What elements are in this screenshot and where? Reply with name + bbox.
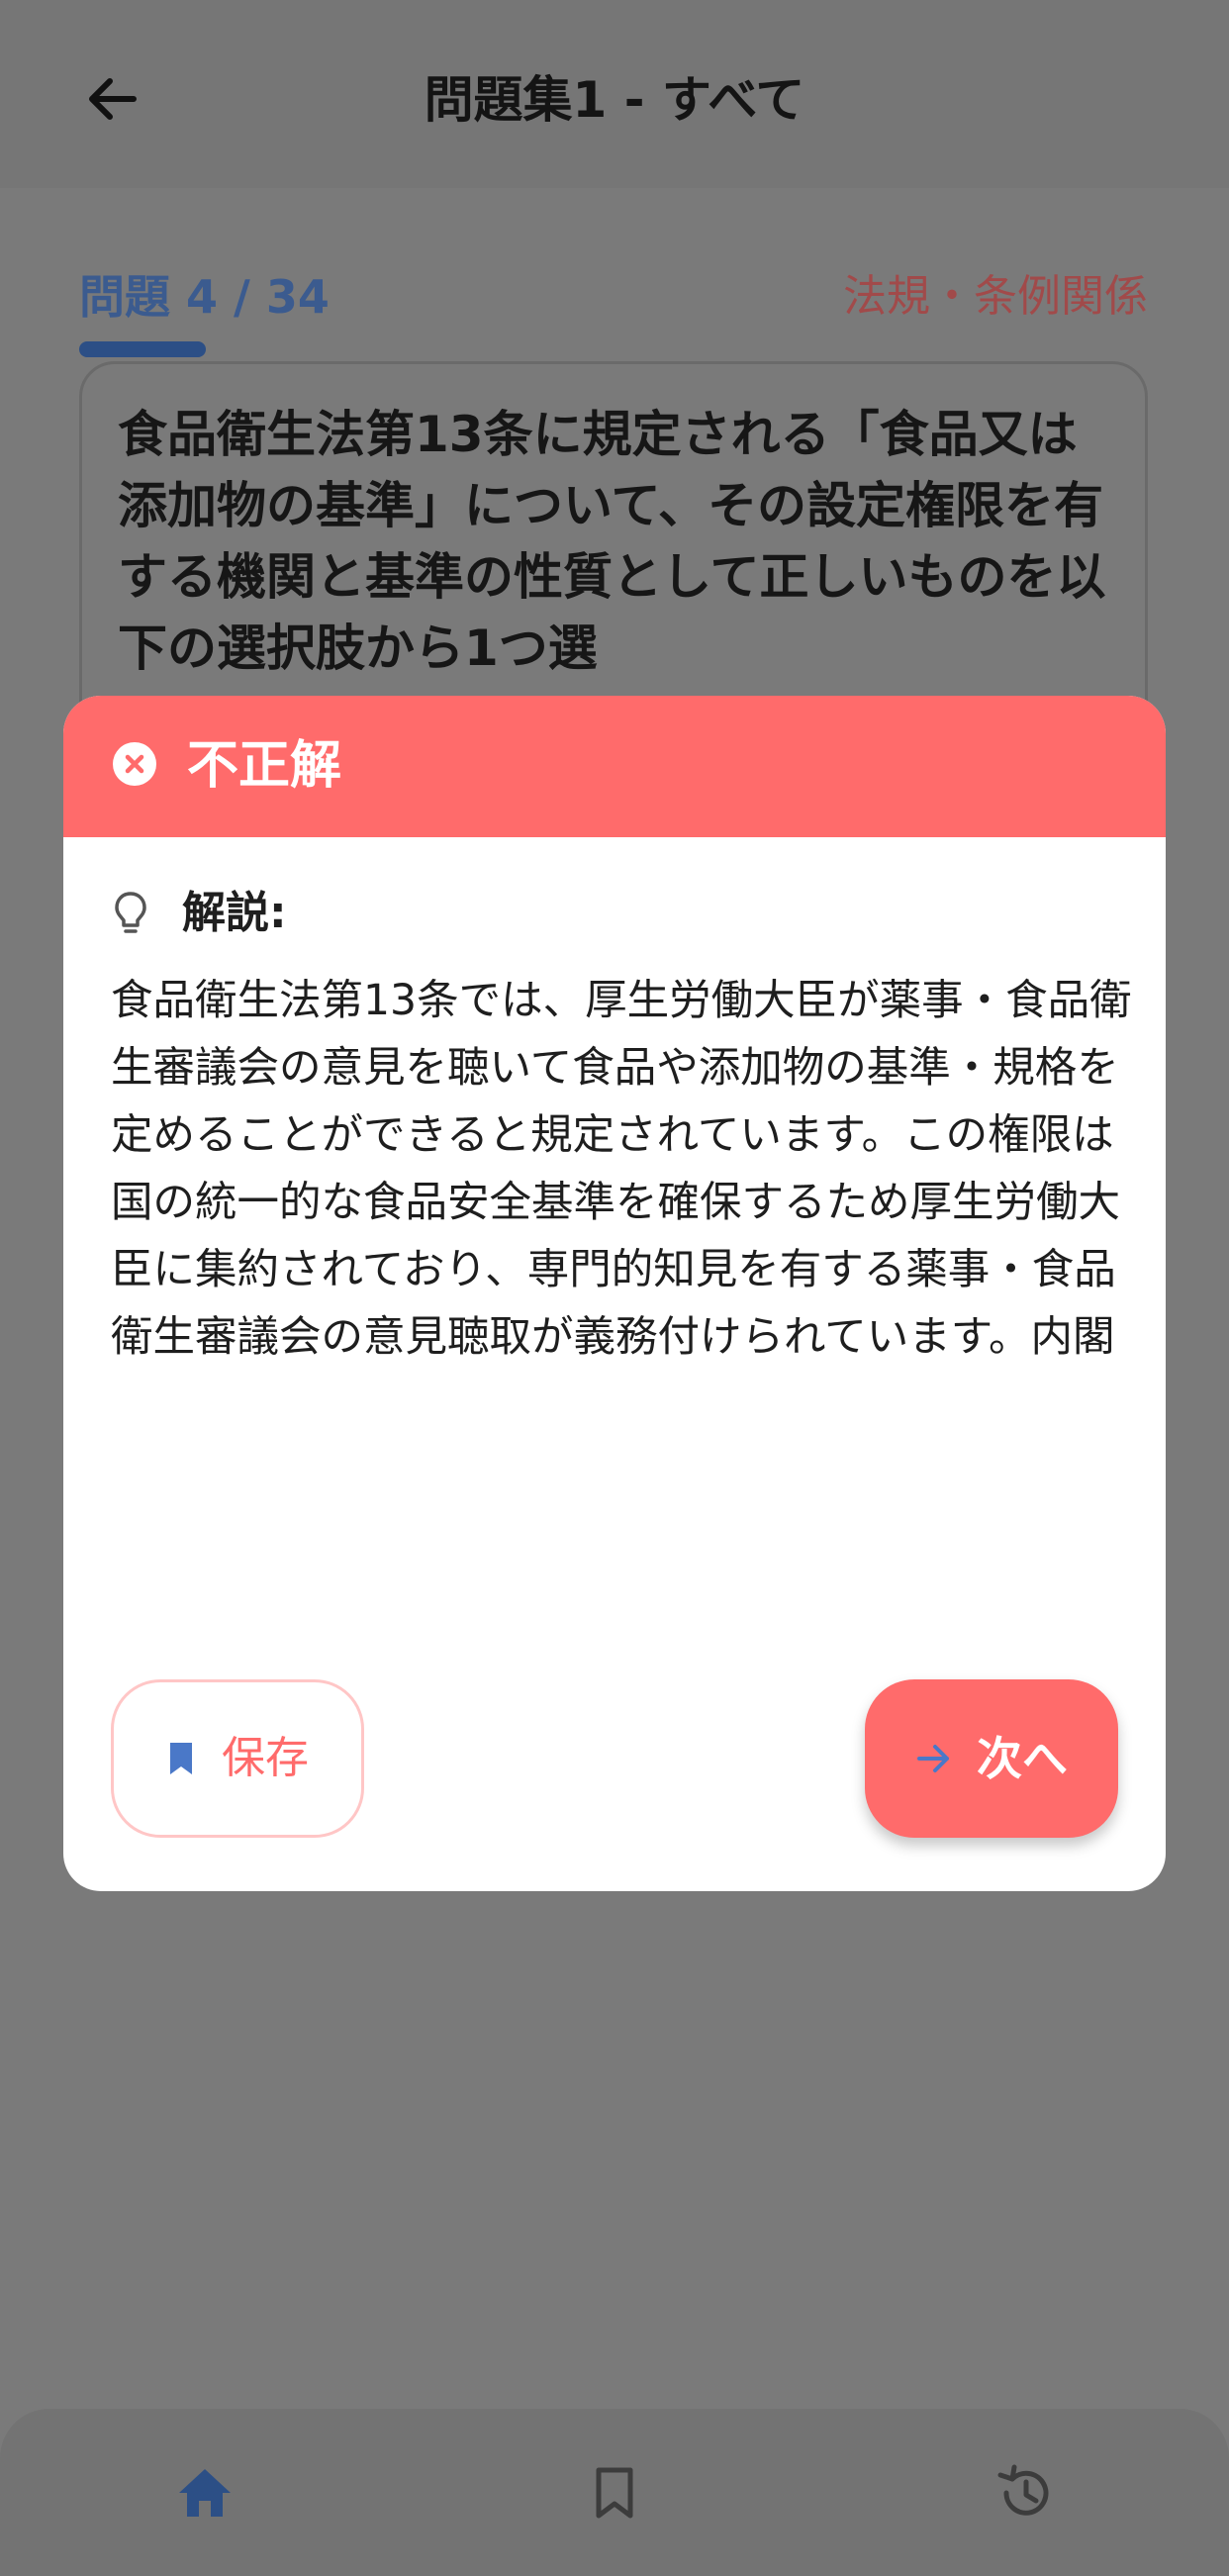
nav-item-history[interactable] [980,2448,1069,2537]
arrow-right-icon [917,1745,949,1772]
question-category: 法規・条例関係 [843,271,1148,322]
explanation-scroll-area[interactable]: 食品衛生法第13条では、厚生労働大臣が薬事・食品衛生審議会の意見を聴いて食品や添… [111,968,1140,1368]
explanation-text: 食品衛生法第13条では、厚生労働大臣が薬事・食品衛生審議会の意見を聴いて食品や添… [111,977,1132,1362]
bookmark-icon [170,1743,192,1774]
bottom-navigation [0,2409,1229,2576]
close-circle-icon [113,742,156,786]
question-progress-indicator [79,341,206,357]
result-modal: 不正解 解説: 食品衛生法第13条では、厚生労働大臣が薬事・食品衛生審議会の意見… [63,696,1166,1891]
nav-item-bookmarks[interactable] [570,2448,659,2537]
app-bar: 問題集1 - すべて [0,0,1229,188]
lightbulb-icon [115,892,146,933]
history-icon [997,2464,1049,2516]
nav-item-home[interactable] [160,2448,249,2537]
save-button[interactable]: 保存 [111,1679,364,1838]
next-label: 次へ [977,1732,1068,1785]
question-text: 食品衛生法第13条に規定される「食品又は添加物の基準」について、その設定権限を有… [118,406,1106,677]
result-title: 不正解 [187,736,342,796]
result-header: 不正解 [63,696,1166,837]
question-counter: 問題 4 / 34 [79,270,330,324]
page-title: 問題集1 - すべて [424,71,805,129]
bookmark-outline-icon [596,2467,633,2519]
explanation-label: 解説: [182,888,287,938]
save-label: 保存 [222,1733,309,1783]
home-icon [179,2469,231,2517]
next-button[interactable]: 次へ [865,1679,1118,1838]
